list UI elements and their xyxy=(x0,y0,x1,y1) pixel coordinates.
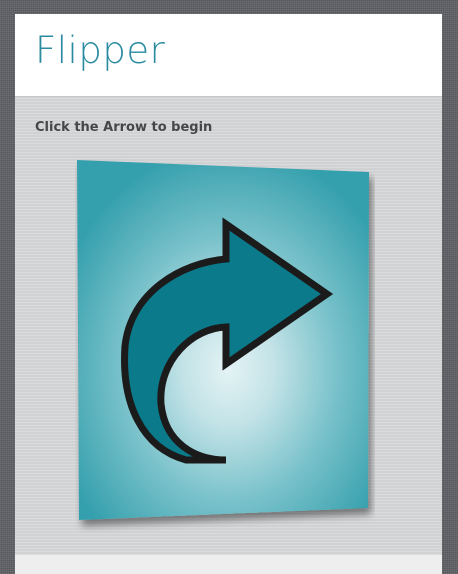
page-title: Flipper xyxy=(35,29,166,72)
instruction-text: Click the Arrow to begin xyxy=(35,120,213,135)
app-header: Flipper xyxy=(15,14,442,97)
footer-bar xyxy=(15,555,442,574)
app-card: Flipper Click the Arrow to begin xyxy=(15,14,442,574)
flip-card[interactable] xyxy=(75,158,375,548)
